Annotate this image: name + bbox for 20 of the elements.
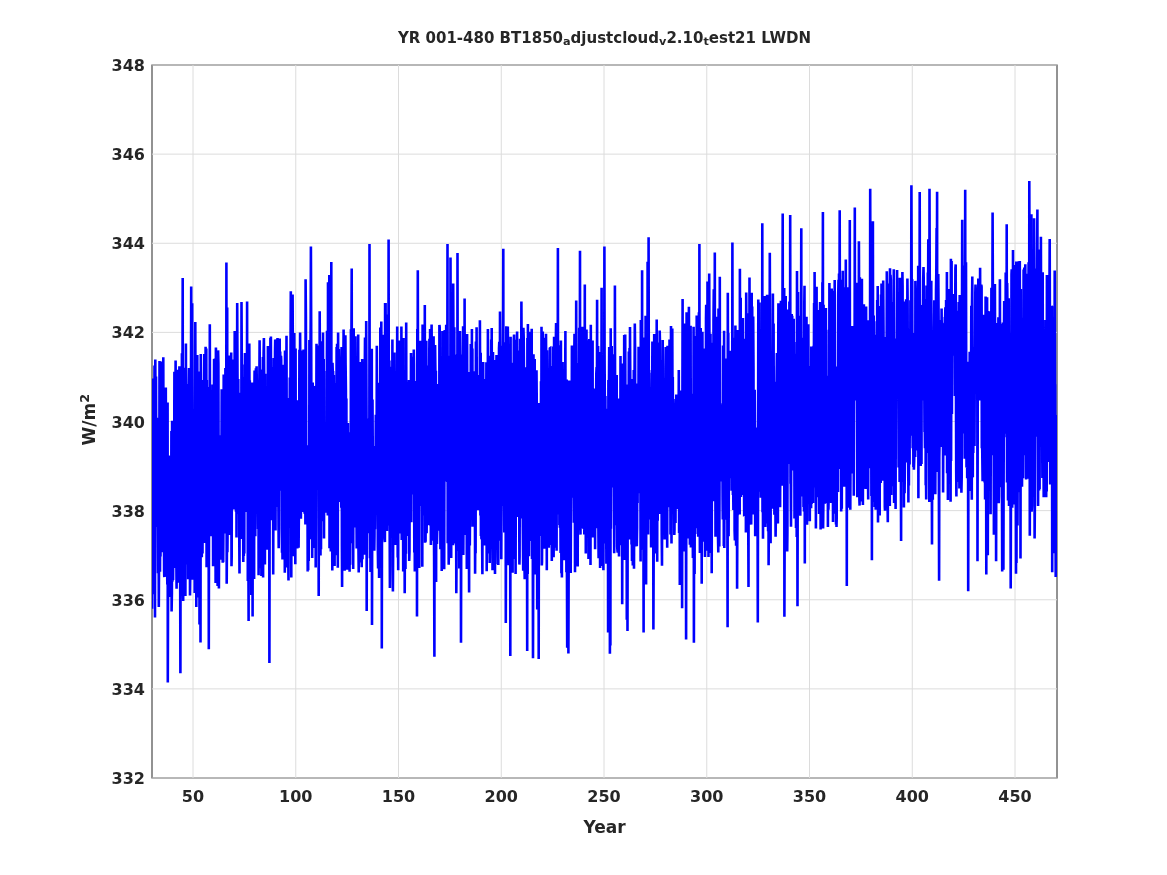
y-tick-label: 334 xyxy=(111,679,145,699)
y-tick-label: 344 xyxy=(111,234,145,254)
x-tick-label: 200 xyxy=(484,787,518,806)
chart-title: YR 001-480 BT1850$_{a}$djustcloud$_{v}$2.10$_{t}$est21 LWDN xyxy=(397,28,812,47)
y-tick-label: 342 xyxy=(111,323,145,343)
y-tick-label: 336 xyxy=(111,590,145,610)
x-tick-label: 400 xyxy=(895,787,929,806)
x-axis-label: Year xyxy=(583,817,626,837)
x-tick-label: 350 xyxy=(792,787,827,806)
y-tick-label: 348 xyxy=(111,56,145,75)
y-tick-label: 338 xyxy=(111,501,145,521)
x-tick-label: 250 xyxy=(587,787,621,806)
x-tick-label: 300 xyxy=(690,787,724,806)
y-tick-label: 332 xyxy=(111,769,145,788)
x-tick-label: 450 xyxy=(998,787,1032,806)
y-tick-label: 346 xyxy=(111,145,145,165)
y-tick-label: 340 xyxy=(111,412,145,432)
x-tick-label: 100 xyxy=(279,787,313,806)
x-tick-label: 50 xyxy=(181,787,205,806)
x-tick-label: 150 xyxy=(381,787,416,806)
